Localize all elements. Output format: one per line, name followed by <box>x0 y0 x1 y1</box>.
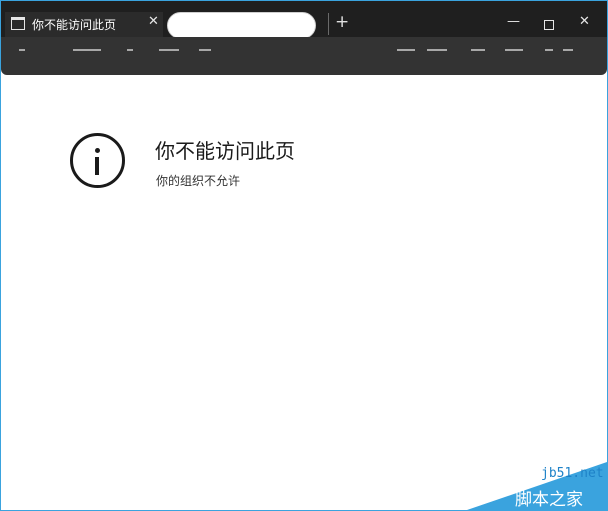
info-icon <box>70 133 125 188</box>
tab-close-icon[interactable]: ✕ <box>148 14 159 29</box>
share-button[interactable] <box>545 49 553 51</box>
browser-window: 你不能访问此页 ✕ + — ✕ 你不能访问此页 你的组织不允许 jb51.net… <box>0 0 608 511</box>
page-title: 你不能访问此页 <box>155 139 295 163</box>
more-button[interactable] <box>563 49 573 51</box>
minimize-button[interactable]: — <box>507 15 520 29</box>
info-icon-dot <box>95 148 100 153</box>
page-message: 你的组织不允许 <box>156 174 241 188</box>
watermark-brand: 脚本之家 <box>515 490 583 510</box>
tab-divider <box>328 13 329 35</box>
address-bar[interactable] <box>167 12 316 39</box>
toolbar-item[interactable] <box>159 49 179 51</box>
notes-button[interactable] <box>505 49 523 51</box>
toolbar-item[interactable] <box>397 49 415 51</box>
back-button[interactable] <box>19 49 25 51</box>
new-tab-button[interactable]: + <box>335 13 349 31</box>
hub-button[interactable] <box>471 49 485 51</box>
tab-title: 你不能访问此页 <box>32 18 117 32</box>
refresh-button[interactable] <box>127 49 133 51</box>
info-icon-stem <box>95 157 99 175</box>
tab-bar: 你不能访问此页 ✕ + — ✕ <box>1 1 607 39</box>
toolbar-item[interactable] <box>427 49 447 51</box>
page-icon <box>11 17 25 30</box>
tab-active[interactable]: 你不能访问此页 ✕ <box>5 12 163 37</box>
toolbar <box>1 37 607 75</box>
toolbar-item[interactable] <box>199 49 211 51</box>
close-window-button[interactable]: ✕ <box>579 15 590 29</box>
maximize-button[interactable] <box>544 20 554 30</box>
watermark-url: jb51.net <box>541 466 604 481</box>
toolbar-item[interactable] <box>73 49 101 51</box>
